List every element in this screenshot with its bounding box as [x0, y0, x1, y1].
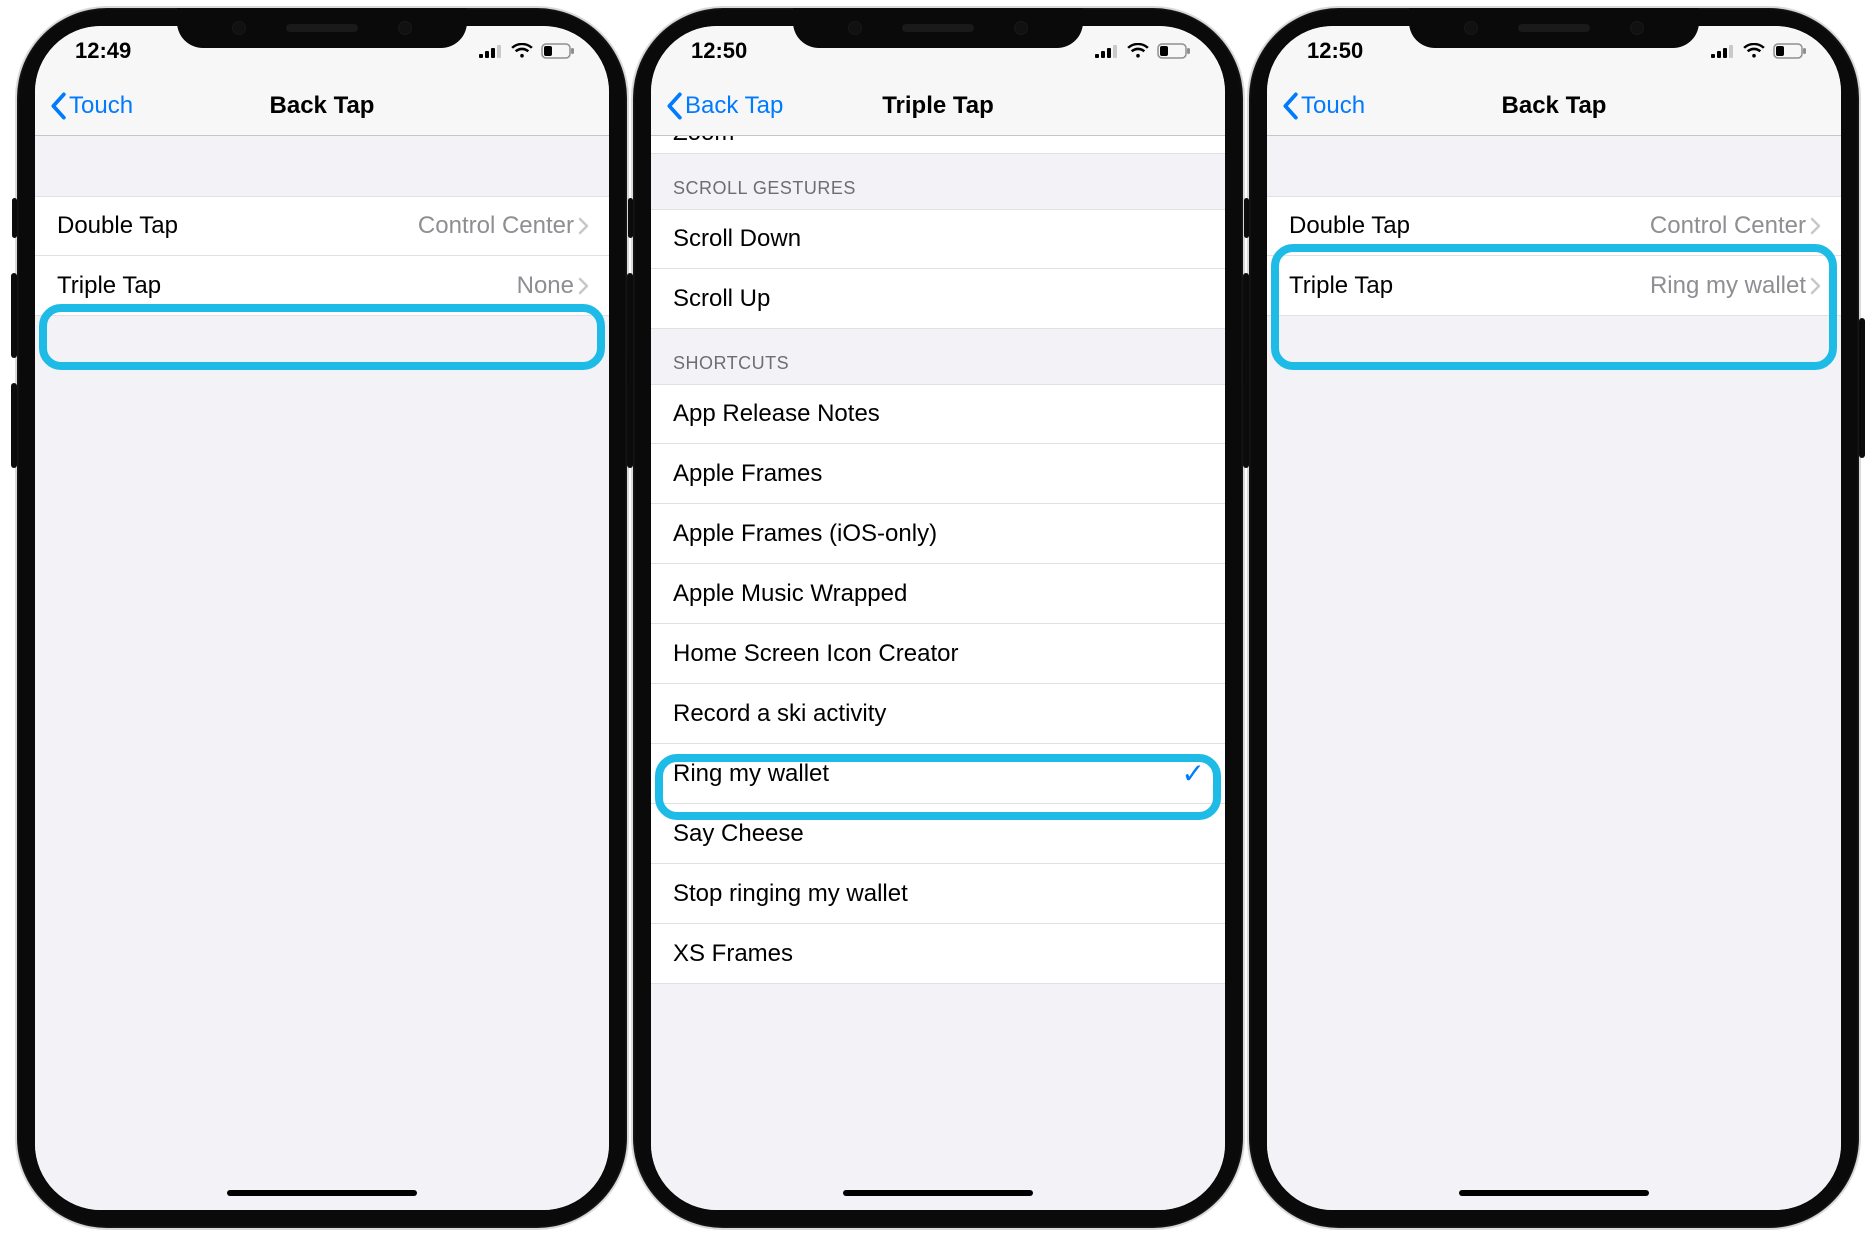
row-ring-my-wallet[interactable]: Ring my wallet ✓	[651, 744, 1225, 804]
row-label: Say Cheese	[673, 820, 804, 848]
notch	[1409, 8, 1699, 48]
row-apple-frames[interactable]: Apple Frames	[651, 444, 1225, 504]
row-label: Scroll Down	[673, 225, 801, 253]
chevron-left-icon	[1281, 92, 1299, 120]
row-label: Triple Tap	[1289, 272, 1393, 300]
row-apple-frames-ios-only[interactable]: Apple Frames (iOS-only)	[651, 504, 1225, 564]
notch	[177, 8, 467, 48]
chevron-left-icon	[49, 92, 67, 120]
nav-title: Back Tap	[1502, 92, 1607, 120]
status-time: 12:50	[691, 38, 747, 64]
nav-header: Touch Back Tap	[1267, 76, 1841, 136]
row-label: XS Frames	[673, 940, 793, 968]
home-indicator[interactable]	[1459, 1190, 1649, 1196]
row-label: Ring my wallet	[673, 760, 829, 788]
row-value: Control Center	[1650, 212, 1806, 240]
row-scroll-down[interactable]: Scroll Down	[651, 209, 1225, 269]
nav-header: Back Tap Triple Tap	[651, 76, 1225, 136]
cellular-icon	[1711, 44, 1735, 58]
row-label: Double Tap	[57, 212, 178, 240]
chevron-right-icon	[578, 217, 589, 235]
status-time: 12:49	[75, 38, 131, 64]
nav-header: Touch Back Tap	[35, 76, 609, 136]
nav-title: Back Tap	[270, 92, 375, 120]
row-label: Scroll Up	[673, 285, 770, 313]
screen: 12:50 Touch Back Tap Double Tap	[1267, 26, 1841, 1210]
phone-2: 12:50 Back Tap Triple Tap Zoom Scroll Ge…	[633, 8, 1243, 1228]
back-label: Touch	[1301, 92, 1365, 120]
row-stop-ringing-my-wallet[interactable]: Stop ringing my wallet	[651, 864, 1225, 924]
wifi-icon	[1127, 43, 1149, 59]
battery-icon	[1157, 43, 1191, 59]
content-area[interactable]: Zoom Scroll Gestures Scroll Down Scroll …	[651, 136, 1225, 1210]
power-button[interactable]	[1859, 318, 1865, 458]
row-value: None	[517, 272, 574, 300]
back-button[interactable]: Touch	[1281, 92, 1365, 120]
battery-icon	[1773, 43, 1807, 59]
row-label: Apple Music Wrapped	[673, 580, 907, 608]
row-home-screen-icon-creator[interactable]: Home Screen Icon Creator	[651, 624, 1225, 684]
chevron-right-icon	[1810, 217, 1821, 235]
screen: 12:49 Touch Back Tap Double Tap	[35, 26, 609, 1210]
back-label: Touch	[69, 92, 133, 120]
status-time: 12:50	[1307, 38, 1363, 64]
back-button[interactable]: Touch	[49, 92, 133, 120]
back-label: Back Tap	[685, 92, 783, 120]
battery-icon	[541, 43, 575, 59]
row-label: Stop ringing my wallet	[673, 880, 908, 908]
row-double-tap[interactable]: Double Tap Control Center	[1267, 196, 1841, 256]
screen: 12:50 Back Tap Triple Tap Zoom Scroll Ge…	[651, 26, 1225, 1210]
phone-frame: 12:50 Touch Back Tap Double Tap	[1249, 8, 1859, 1228]
phone-frame: 12:50 Back Tap Triple Tap Zoom Scroll Ge…	[633, 8, 1243, 1228]
row-label: Double Tap	[1289, 212, 1410, 240]
section-header-scroll-gestures: Scroll Gestures	[651, 154, 1225, 209]
row-label: Triple Tap	[57, 272, 161, 300]
back-button[interactable]: Back Tap	[665, 92, 783, 120]
chevron-left-icon	[665, 92, 683, 120]
section-header-shortcuts: Shortcuts	[651, 329, 1225, 384]
chevron-right-icon	[1810, 277, 1821, 295]
status-right	[479, 43, 575, 59]
row-apple-music-wrapped[interactable]: Apple Music Wrapped	[651, 564, 1225, 624]
checkmark-icon: ✓	[1182, 757, 1205, 790]
wifi-icon	[511, 43, 533, 59]
row-triple-tap[interactable]: Triple Tap None	[35, 256, 609, 316]
row-say-cheese[interactable]: Say Cheese	[651, 804, 1225, 864]
home-indicator[interactable]	[843, 1190, 1033, 1196]
row-label: App Release Notes	[673, 400, 880, 428]
home-indicator[interactable]	[227, 1190, 417, 1196]
row-app-release-notes[interactable]: App Release Notes	[651, 384, 1225, 444]
row-xs-frames[interactable]: XS Frames	[651, 924, 1225, 984]
phone-1: 12:49 Touch Back Tap Double Tap	[17, 8, 627, 1228]
row-record-a-ski-activity[interactable]: Record a ski activity	[651, 684, 1225, 744]
content-area: Double Tap Control Center Triple Tap Rin…	[1267, 136, 1841, 1210]
row-label: Home Screen Icon Creator	[673, 640, 958, 668]
phone-3: 12:50 Touch Back Tap Double Tap	[1249, 8, 1859, 1228]
status-right	[1095, 43, 1191, 59]
chevron-right-icon	[578, 277, 589, 295]
content-area: Double Tap Control Center Triple Tap Non…	[35, 136, 609, 1210]
cellular-icon	[1095, 44, 1119, 58]
nav-title: Triple Tap	[882, 92, 994, 120]
row-value: Ring my wallet	[1650, 272, 1806, 300]
cellular-icon	[479, 44, 503, 58]
status-right	[1711, 43, 1807, 59]
wifi-icon	[1743, 43, 1765, 59]
row-label: Record a ski activity	[673, 700, 886, 728]
row-scroll-up[interactable]: Scroll Up	[651, 269, 1225, 329]
row-double-tap[interactable]: Double Tap Control Center	[35, 196, 609, 256]
phone-frame: 12:49 Touch Back Tap Double Tap	[17, 8, 627, 1228]
row-triple-tap[interactable]: Triple Tap Ring my wallet	[1267, 256, 1841, 316]
row-label: Apple Frames	[673, 460, 822, 488]
row-clipped[interactable]: Zoom	[651, 136, 1225, 154]
row-value: Control Center	[418, 212, 574, 240]
row-label: Apple Frames (iOS-only)	[673, 520, 937, 548]
notch	[793, 8, 1083, 48]
